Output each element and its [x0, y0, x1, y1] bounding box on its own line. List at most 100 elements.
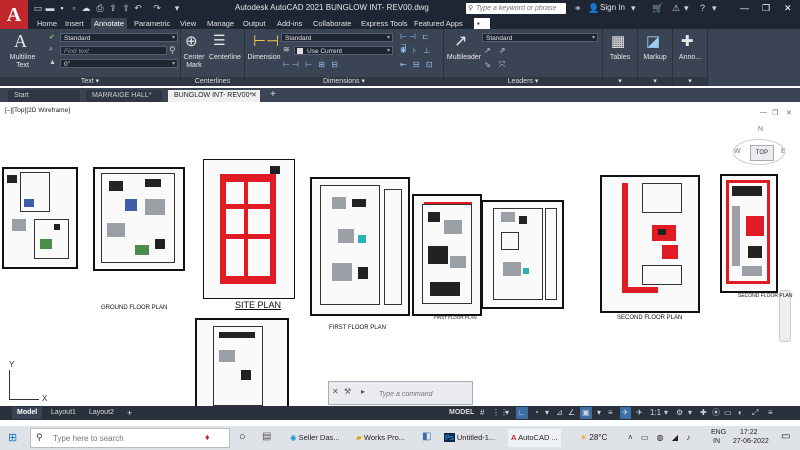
tab-collaborate[interactable]: Collaborate: [310, 18, 354, 29]
command-customize-icon[interactable]: ⚒: [344, 387, 351, 396]
tables-panel-expand[interactable]: ▾: [603, 77, 637, 86]
object-snap-icon[interactable]: ▣: [580, 407, 592, 419]
find-search-icon[interactable]: ⚲: [169, 45, 176, 56]
annotation-scaling-icon[interactable]: ✚: [681, 32, 694, 50]
doc-tab-start[interactable]: Start: [8, 90, 80, 102]
keyword-search-input[interactable]: [466, 3, 564, 14]
new-tab-icon[interactable]: +: [270, 89, 276, 100]
tab-express-tools[interactable]: Express Tools: [358, 18, 411, 29]
annotation-panel-expand[interactable]: ▾: [673, 77, 707, 86]
minimize-icon[interactable]: —: [740, 3, 749, 13]
table-icon[interactable]: ▦: [611, 32, 625, 50]
dim-adjust-icons-row3[interactable]: ⇤ ⊟ ⊡: [400, 60, 435, 69]
doc-tab-bunglow[interactable]: BUNGLOW INT- REV00*: [168, 90, 260, 102]
tab-insert[interactable]: Insert: [62, 18, 87, 29]
sheet-first-floor[interactable]: [310, 177, 410, 316]
language-indicator-top[interactable]: ENG: [711, 429, 726, 436]
close-icon[interactable]: ✕: [784, 3, 792, 14]
multiline-text-button[interactable]: Multiline Text: [5, 54, 40, 70]
leader-tool-icons-row1[interactable]: ↗ ⇗: [484, 46, 509, 55]
tab-add-ins[interactable]: Add-ins: [274, 18, 305, 29]
viewport-controls[interactable]: [–][Top][2D Wireframe]: [5, 107, 70, 114]
command-close-icon[interactable]: ✕: [332, 387, 339, 396]
text-panel-title[interactable]: Text ▾: [0, 77, 180, 86]
notifications-icon[interactable]: ▭: [781, 431, 790, 442]
autocad-logo[interactable]: A: [0, 0, 28, 30]
annotation-monitor-icon[interactable]: ✚: [700, 407, 707, 419]
dimension-layer-combo[interactable]: Use Current ▾: [294, 46, 393, 55]
model-space-button[interactable]: MODEL: [444, 407, 479, 419]
workspace-gear-icon[interactable]: ⚙: [676, 407, 683, 419]
auto-scale-icon[interactable]: ✈: [636, 407, 643, 419]
command-history-icon[interactable]: ▸: [361, 387, 365, 396]
sign-in-button[interactable]: Sign In: [600, 3, 625, 12]
viewport-minimize-icon[interactable]: —: [760, 109, 767, 116]
text-height-combo[interactable]: 0" ▾: [60, 59, 178, 68]
annotation-visibility-icon[interactable]: ✈: [620, 407, 631, 419]
sheet-floor-plan-middle[interactable]: [481, 200, 564, 309]
center-mark-button[interactable]: Center Mark: [181, 54, 207, 70]
help-dropdown-icon[interactable]: ▾: [712, 3, 717, 14]
taskbar-app-photoshop[interactable]: Ps Untitled-1...: [444, 429, 495, 447]
viewcube-compass-ring[interactable]: [733, 139, 785, 165]
sheet-first-floor-small[interactable]: [412, 194, 482, 316]
layout-tab-layout2[interactable]: Layout2: [84, 407, 119, 419]
sheet-ground-floor-left[interactable]: [2, 167, 78, 269]
multiline-text-icon[interactable]: A: [14, 31, 27, 52]
taskbar-time[interactable]: 17:22: [740, 429, 758, 436]
tab-view[interactable]: View: [177, 18, 199, 29]
ribbon-display-toggle[interactable]: ▪: [474, 18, 490, 29]
app-icon[interactable]: ◧: [422, 431, 431, 442]
ortho-icon[interactable]: ∟: [516, 407, 528, 419]
tab-featured-apps[interactable]: Featured Apps: [411, 18, 466, 29]
tab-home[interactable]: Home: [34, 18, 60, 29]
dimension-button[interactable]: Dimension: [245, 54, 283, 62]
sheet-floor-plan-bottom[interactable]: [195, 318, 289, 412]
leader-tool-icons-row2[interactable]: ⇘ ⤧: [484, 60, 508, 70]
new-file-icon[interactable]: ▭: [33, 3, 43, 13]
polar-dropdown-icon[interactable]: ▾: [545, 407, 549, 419]
multileader-icon[interactable]: ↗: [454, 31, 467, 51]
sheet-site-plan[interactable]: [203, 159, 295, 299]
sheet-ground-floor[interactable]: [93, 167, 185, 271]
cloud-icon[interactable]: ☁: [81, 3, 91, 13]
print-icon[interactable]: ⎙: [95, 3, 105, 13]
maximize-icon[interactable]: ❐: [762, 3, 770, 14]
doc-tab-marraige-hall[interactable]: MARRAIGE HALL*: [86, 90, 162, 102]
dim-tool-icons[interactable]: ⊢⊣ ⊢ ⊞ ⊟: [283, 60, 340, 69]
tables-button[interactable]: Tables: [603, 54, 637, 62]
markup-button[interactable]: Markup: [638, 54, 672, 62]
taskbar-date[interactable]: 27-06-2022: [733, 438, 769, 445]
save-icon[interactable]: ▪: [57, 3, 67, 13]
sign-in-dropdown-icon[interactable]: ▾: [631, 3, 636, 14]
tab-manage[interactable]: Manage: [204, 18, 237, 29]
command-line[interactable]: ✕ ⚒ ▸: [328, 381, 473, 405]
tab-annotate[interactable]: Annotate: [91, 18, 128, 29]
lineweight-icon[interactable]: ≡: [608, 407, 613, 419]
multileader-style-combo[interactable]: Standard ▾: [482, 33, 598, 42]
dim-adjust-icons-row2[interactable]: ✱ ⊦ ⊥: [400, 46, 432, 55]
dimension-style-combo[interactable]: Standard ▾: [281, 33, 393, 42]
center-mark-icon[interactable]: ⊕: [185, 32, 198, 50]
news-widget-icon[interactable]: ♦: [205, 432, 210, 442]
osnap-dropdown-icon[interactable]: ▾: [597, 407, 601, 419]
dimension-icon[interactable]: ⊢⊣: [253, 32, 279, 50]
annotation-scale-value[interactable]: 1:1: [650, 407, 661, 419]
undo-icon[interactable]: ↶: [133, 3, 143, 13]
sheet-second-floor-small[interactable]: [720, 174, 778, 293]
publish-icon[interactable]: ⇪: [108, 3, 118, 13]
tab-output[interactable]: Output: [240, 18, 269, 29]
clean-screen-icon[interactable]: ⤢: [752, 407, 758, 419]
polar-icon[interactable]: ◔: [534, 407, 539, 419]
help-icon[interactable]: ?: [700, 3, 705, 13]
add-layout-icon[interactable]: +: [122, 407, 137, 419]
viewport-restore-icon[interactable]: ❐: [772, 109, 778, 117]
snap-dropdown-icon[interactable]: ▾: [505, 407, 509, 419]
close-tab-icon[interactable]: ✕: [251, 91, 257, 99]
isolate-objects-icon[interactable]: ◐: [738, 407, 743, 419]
taskbar-app-edge[interactable]: ◉ Seller Das...: [290, 429, 340, 447]
share-icon[interactable]: ⇧: [121, 3, 131, 13]
find-text-field[interactable]: Find text: [60, 46, 167, 55]
leaders-panel-title[interactable]: Leaders ▾: [444, 77, 602, 86]
object-snap-tracking-icon[interactable]: ∠: [568, 407, 575, 419]
